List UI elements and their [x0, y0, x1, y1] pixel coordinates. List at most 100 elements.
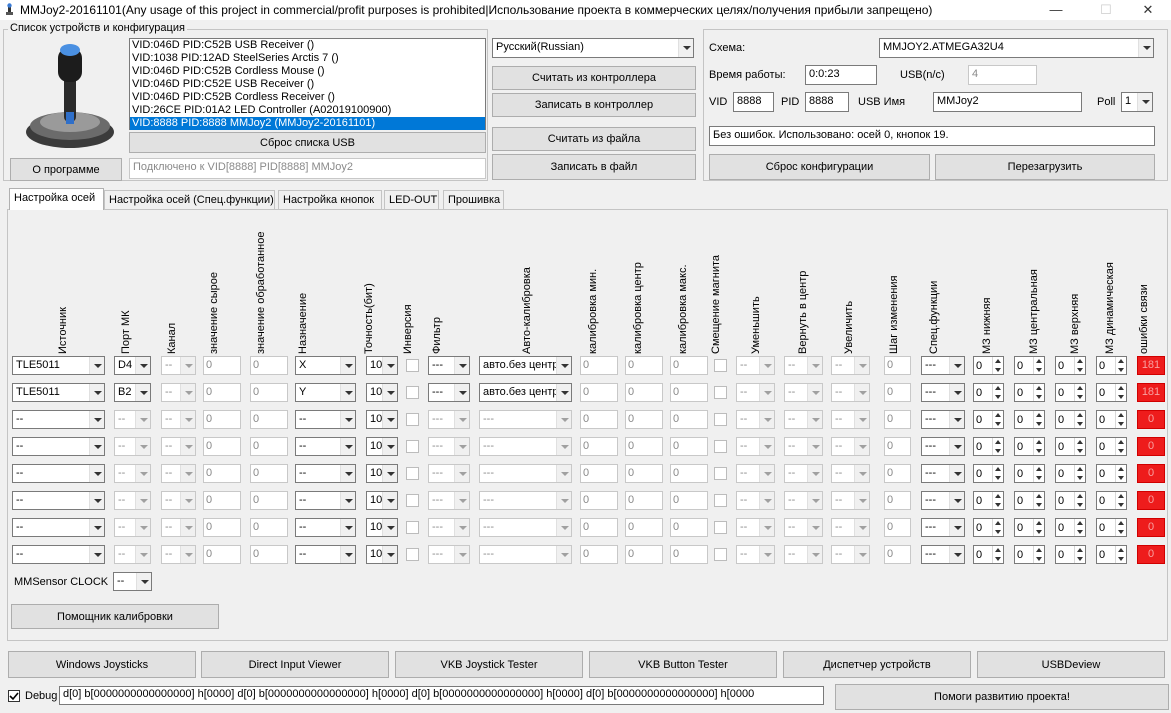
up-down-arrows-icon[interactable]	[1074, 519, 1085, 536]
axis-cmin-field[interactable]: 0	[580, 383, 618, 402]
axis-bits-select[interactable]: 10	[366, 437, 398, 456]
device-manager-button[interactable]: Диспетчер устройств	[783, 651, 971, 678]
axis-ret-select[interactable]: --	[784, 437, 823, 456]
reboot-button[interactable]: Перезагрузить	[935, 154, 1155, 180]
axis-port-select[interactable]: D4	[114, 356, 151, 375]
up-down-arrows-icon[interactable]	[1115, 357, 1126, 374]
axis-assign-select[interactable]: --	[295, 437, 356, 456]
axis-cmax-field[interactable]: 0	[670, 437, 708, 456]
up-down-arrows-icon[interactable]	[992, 357, 1003, 374]
device-list-item[interactable]: VID:046D PID:C52B Cordless Receiver ()	[130, 91, 485, 104]
axis-dzu-spinner[interactable]: 0	[1055, 383, 1086, 402]
axis-dzc-spinner[interactable]: 0	[1014, 410, 1045, 429]
axis-dzl-spinner[interactable]: 0	[973, 437, 1004, 456]
vkb-joystick-tester-button[interactable]: VKB Joystick Tester	[395, 651, 583, 678]
axis-inc-select[interactable]: --	[831, 518, 870, 537]
axis-dzd-spinner[interactable]: 0	[1096, 437, 1127, 456]
axis-cmax-field[interactable]: 0	[670, 464, 708, 483]
about-button[interactable]: О программе	[10, 158, 122, 181]
axis-assign-select[interactable]: --	[295, 491, 356, 510]
axis-checkbox[interactable]	[406, 359, 419, 372]
axis-ret-select[interactable]: --	[784, 518, 823, 537]
axis-filter-select[interactable]: ---	[428, 464, 470, 483]
axis-ccen-field[interactable]: 0	[625, 383, 663, 402]
tab-firmware[interactable]: Прошивка	[443, 190, 504, 209]
axis-dzl-spinner[interactable]: 0	[973, 518, 1004, 537]
axis-channel-select[interactable]: --	[161, 383, 196, 402]
axis-checkbox[interactable]	[406, 440, 419, 453]
axis-ccen-field[interactable]: 0	[625, 518, 663, 537]
axis-filter-select[interactable]: ---	[428, 545, 470, 564]
axis-cmin-field[interactable]: 0	[580, 464, 618, 483]
axis-dzl-spinner[interactable]: 0	[973, 545, 1004, 564]
minimize-button[interactable]: —	[1033, 0, 1079, 20]
up-down-arrows-icon[interactable]	[1115, 492, 1126, 509]
device-list-item[interactable]: VID:046D PID:C52E USB Receiver ()	[130, 78, 485, 91]
vid-field[interactable]: 8888	[733, 92, 774, 112]
axis-filter-select[interactable]: ---	[428, 491, 470, 510]
axis-dzu-spinner[interactable]: 0	[1055, 518, 1086, 537]
axis-port-select[interactable]: B2	[114, 383, 151, 402]
axis-channel-select[interactable]: --	[161, 356, 196, 375]
axis-checkbox[interactable]	[406, 386, 419, 399]
axis-assign-select[interactable]: --	[295, 410, 356, 429]
axis-ret-select[interactable]: --	[784, 545, 823, 564]
axis-autocal-select[interactable]: ---	[479, 545, 572, 564]
axis-dzd-spinner[interactable]: 0	[1096, 518, 1127, 537]
axis-source-select[interactable]: --	[12, 545, 105, 564]
axis-assign-select[interactable]: X	[295, 356, 356, 375]
axis-source-select[interactable]: --	[12, 410, 105, 429]
axis-checkbox[interactable]	[714, 521, 727, 534]
axis-channel-select[interactable]: --	[161, 491, 196, 510]
axis-channel-select[interactable]: --	[161, 410, 196, 429]
axis-source-select[interactable]: --	[12, 518, 105, 537]
axis-dec-select[interactable]: --	[736, 545, 775, 564]
axis-dzu-spinner[interactable]: 0	[1055, 545, 1086, 564]
axis-ccen-field[interactable]: 0	[625, 410, 663, 429]
axis-spec-select[interactable]: ---	[921, 464, 965, 483]
axis-dzl-spinner[interactable]: 0	[973, 464, 1004, 483]
up-down-arrows-icon[interactable]	[992, 519, 1003, 536]
axis-dec-select[interactable]: --	[736, 437, 775, 456]
axis-dzc-spinner[interactable]: 0	[1014, 518, 1045, 537]
maximize-button[interactable]: ☐	[1083, 0, 1129, 20]
axis-assign-select[interactable]: --	[295, 518, 356, 537]
up-down-arrows-icon[interactable]	[1074, 492, 1085, 509]
axis-checkbox[interactable]	[714, 386, 727, 399]
axis-checkbox[interactable]	[714, 440, 727, 453]
axis-ret-select[interactable]: --	[784, 464, 823, 483]
up-down-arrows-icon[interactable]	[1033, 519, 1044, 536]
axis-bits-select[interactable]: 10	[366, 410, 398, 429]
axis-inc-select[interactable]: --	[831, 437, 870, 456]
mmsensor-clock-select[interactable]: --	[113, 572, 152, 591]
axis-autocal-select[interactable]: ---	[479, 437, 572, 456]
axis-cmin-field[interactable]: 0	[580, 518, 618, 537]
vkb-button-tester-button[interactable]: VKB Button Tester	[589, 651, 777, 678]
windows-joysticks-button[interactable]: Windows Joysticks	[8, 651, 196, 678]
axis-ret-select[interactable]: --	[784, 356, 823, 375]
axis-source-select[interactable]: --	[12, 464, 105, 483]
axis-dzd-spinner[interactable]: 0	[1096, 383, 1127, 402]
axis-spec-select[interactable]: ---	[921, 491, 965, 510]
axis-port-select[interactable]: --	[114, 518, 151, 537]
axis-dec-select[interactable]: --	[736, 518, 775, 537]
up-down-arrows-icon[interactable]	[992, 384, 1003, 401]
axis-assign-select[interactable]: Y	[295, 383, 356, 402]
axis-checkbox[interactable]	[714, 359, 727, 372]
axis-cmin-field[interactable]: 0	[580, 410, 618, 429]
axis-cmin-field[interactable]: 0	[580, 491, 618, 510]
tab-buttons[interactable]: Настройка кнопок	[278, 190, 382, 209]
poll-select[interactable]: 1	[1121, 92, 1153, 112]
axis-bits-select[interactable]: 10	[366, 356, 398, 375]
axis-checkbox[interactable]	[406, 494, 419, 507]
axis-cmax-field[interactable]: 0	[670, 545, 708, 564]
up-down-arrows-icon[interactable]	[1074, 546, 1085, 563]
axis-dzu-spinner[interactable]: 0	[1055, 491, 1086, 510]
axis-channel-select[interactable]: --	[161, 545, 196, 564]
axis-autocal-select[interactable]: ---	[479, 410, 572, 429]
up-down-arrows-icon[interactable]	[1074, 438, 1085, 455]
axis-port-select[interactable]: --	[114, 491, 151, 510]
up-down-arrows-icon[interactable]	[1115, 465, 1126, 482]
axis-inc-select[interactable]: --	[831, 356, 870, 375]
up-down-arrows-icon[interactable]	[1033, 492, 1044, 509]
